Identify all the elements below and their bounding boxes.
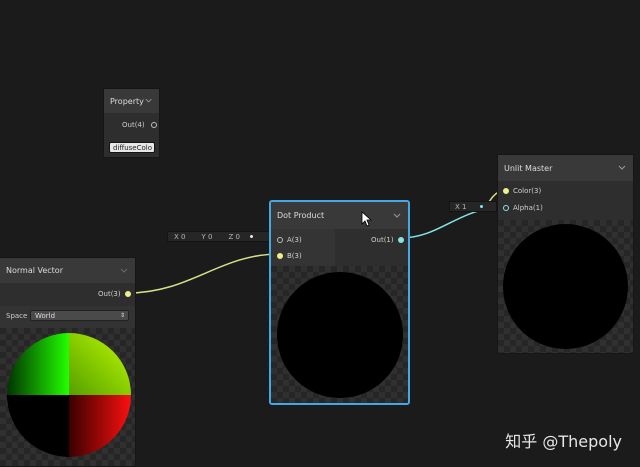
unlit-master-title: Unlit Master	[504, 163, 553, 173]
property-node-header[interactable]: Property	[104, 89, 159, 113]
inline-port-icon	[480, 205, 484, 208]
normal-preview-area	[0, 328, 135, 466]
space-dropdown-value: World	[35, 311, 56, 320]
normal-vector-header[interactable]: Normal Vector	[0, 258, 135, 283]
dot-input-a-row[interactable]: A(3)	[277, 236, 302, 244]
chevron-down-icon[interactable]	[144, 96, 153, 106]
unlit-preview-area	[498, 220, 633, 353]
property-out-label: Out(4)	[122, 121, 145, 129]
output-port-connected-icon[interactable]	[397, 237, 404, 243]
unlit-color-label: Color(3)	[513, 187, 542, 195]
property-node[interactable]: Property Out(4) diffuseColo	[103, 88, 160, 158]
dot-a-inline-field[interactable]: X 0 Y 0 Z 0	[167, 231, 271, 242]
watermark-text: 知乎 @Thepoly	[505, 432, 622, 451]
chevron-down-icon[interactable]	[392, 211, 402, 221]
chevron-down-icon[interactable]	[617, 163, 627, 173]
dot-output-row[interactable]: Out(1)	[371, 236, 404, 244]
chevron-down-icon[interactable]	[119, 266, 129, 276]
input-port-icon[interactable]	[277, 237, 283, 243]
unlit-master-header[interactable]: Unlit Master	[498, 155, 633, 181]
normal-out-port-row[interactable]: Out(3)	[98, 290, 131, 298]
output-port-icon[interactable]	[150, 122, 157, 128]
output-port-connected-icon[interactable]	[124, 291, 131, 297]
dot-preview-sphere	[277, 272, 403, 398]
normal-vector-node[interactable]: Normal Vector Out(3) Space World ⇕	[0, 257, 136, 467]
inline-port-icon	[249, 235, 253, 238]
dot-product-node[interactable]: Dot Product A(3) B(3) Out(1)	[269, 200, 410, 405]
normal-preview-sphere	[7, 333, 131, 457]
inline-x-label: X 0	[174, 232, 186, 241]
unlit-preview-sphere	[503, 224, 628, 349]
unlit-alpha-label: Alpha(1)	[513, 204, 543, 212]
input-port-connected-icon[interactable]	[277, 253, 283, 259]
space-label: Space	[6, 312, 28, 320]
dot-input-b-row[interactable]: B(3)	[277, 252, 302, 260]
unlit-alpha-port-row[interactable]: Alpha(1)	[503, 204, 543, 212]
alpha-inline-field[interactable]: X 1	[449, 201, 497, 212]
alpha-inline-value: X 1	[455, 202, 467, 211]
input-port-icon[interactable]	[503, 205, 509, 211]
normal-out-label: Out(3)	[98, 290, 121, 298]
unlit-color-port-row[interactable]: Color(3)	[503, 187, 541, 195]
inline-z-label: Z 0	[228, 232, 240, 241]
dot-input-a-label: A(3)	[287, 236, 302, 244]
space-control-row: Space World ⇕	[0, 306, 135, 328]
input-port-connected-icon[interactable]	[503, 188, 509, 194]
dot-output-label: Out(1)	[371, 236, 394, 244]
dropdown-arrows-icon: ⇕	[119, 312, 125, 319]
property-name-field[interactable]: diffuseColo	[109, 142, 155, 153]
dot-product-title: Dot Product	[277, 211, 325, 220]
dot-preview-area	[271, 266, 408, 403]
normal-vector-title: Normal Vector	[6, 266, 63, 275]
property-out-port-row[interactable]: Out(4)	[122, 121, 157, 129]
dot-input-b-label: B(3)	[287, 252, 302, 260]
property-name-value: diffuseColo	[113, 143, 152, 152]
inline-y-label: Y 0	[201, 232, 213, 241]
unlit-master-node[interactable]: Unlit Master Color(3) Alpha(1)	[497, 154, 634, 354]
mouse-cursor-icon	[361, 211, 373, 227]
dot-product-header[interactable]: Dot Product	[271, 202, 408, 229]
space-dropdown[interactable]: World ⇕	[30, 310, 129, 321]
property-node-title: Property	[110, 96, 144, 106]
dot-inputs-area	[271, 229, 335, 266]
wire-normal-to-b	[127, 253, 280, 294]
